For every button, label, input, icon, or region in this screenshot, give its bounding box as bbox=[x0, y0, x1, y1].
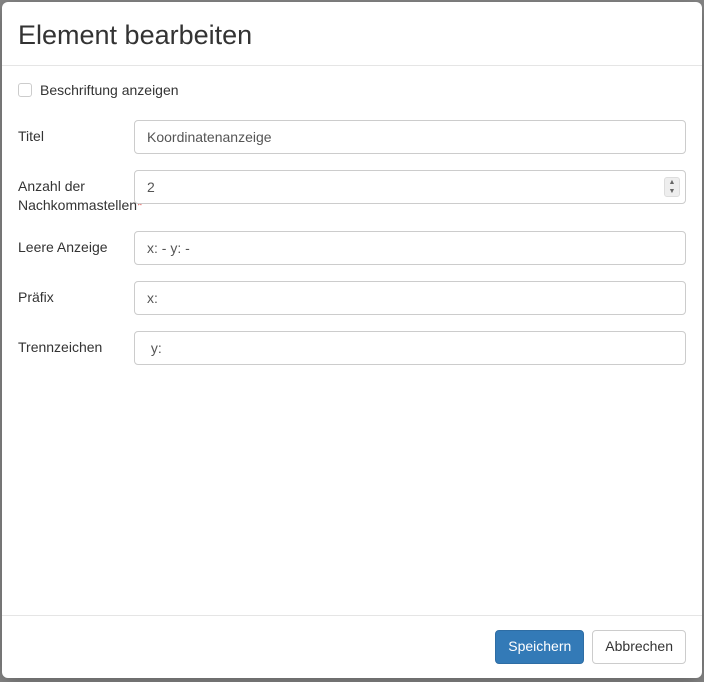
chevron-up-icon[interactable]: ▲ bbox=[665, 178, 679, 187]
number-spinner: ▲ ▼ bbox=[664, 177, 680, 197]
edit-element-dialog: Element bearbeiten Beschriftung anzeigen… bbox=[2, 2, 702, 678]
title-input[interactable] bbox=[134, 120, 686, 154]
decimals-label: Anzahl der Nachkommastellen* bbox=[18, 170, 134, 215]
show-label-text[interactable]: Beschriftung anzeigen bbox=[40, 82, 179, 98]
separator-input[interactable] bbox=[134, 331, 686, 365]
cancel-button[interactable]: Abbrechen bbox=[592, 630, 686, 664]
decimals-input[interactable] bbox=[134, 170, 686, 204]
show-label-checkbox[interactable] bbox=[18, 83, 32, 97]
decimals-input-wrap: ▲ ▼ bbox=[134, 170, 686, 204]
chevron-down-icon[interactable]: ▼ bbox=[665, 187, 679, 196]
title-row: Titel bbox=[18, 120, 686, 154]
dialog-body: Beschriftung anzeigen Titel Anzahl der N… bbox=[2, 66, 702, 615]
empty-input[interactable] bbox=[134, 231, 686, 265]
prefix-label: Präfix bbox=[18, 281, 134, 307]
empty-label: Leere Anzeige bbox=[18, 231, 134, 257]
empty-row: Leere Anzeige bbox=[18, 231, 686, 265]
prefix-row: Präfix bbox=[18, 281, 686, 315]
separator-label: Trennzeichen bbox=[18, 331, 134, 357]
decimals-label-text: Anzahl der Nachkommastellen bbox=[18, 178, 137, 213]
dialog-footer: Speichern Abbrechen bbox=[2, 615, 702, 678]
separator-row: Trennzeichen bbox=[18, 331, 686, 365]
decimals-row: Anzahl der Nachkommastellen* ▲ ▼ bbox=[18, 170, 686, 215]
show-label-row: Beschriftung anzeigen bbox=[18, 82, 686, 98]
title-label: Titel bbox=[18, 120, 134, 146]
dialog-header: Element bearbeiten bbox=[2, 2, 702, 66]
dialog-title: Element bearbeiten bbox=[18, 20, 686, 51]
prefix-input[interactable] bbox=[134, 281, 686, 315]
save-button[interactable]: Speichern bbox=[495, 630, 584, 664]
